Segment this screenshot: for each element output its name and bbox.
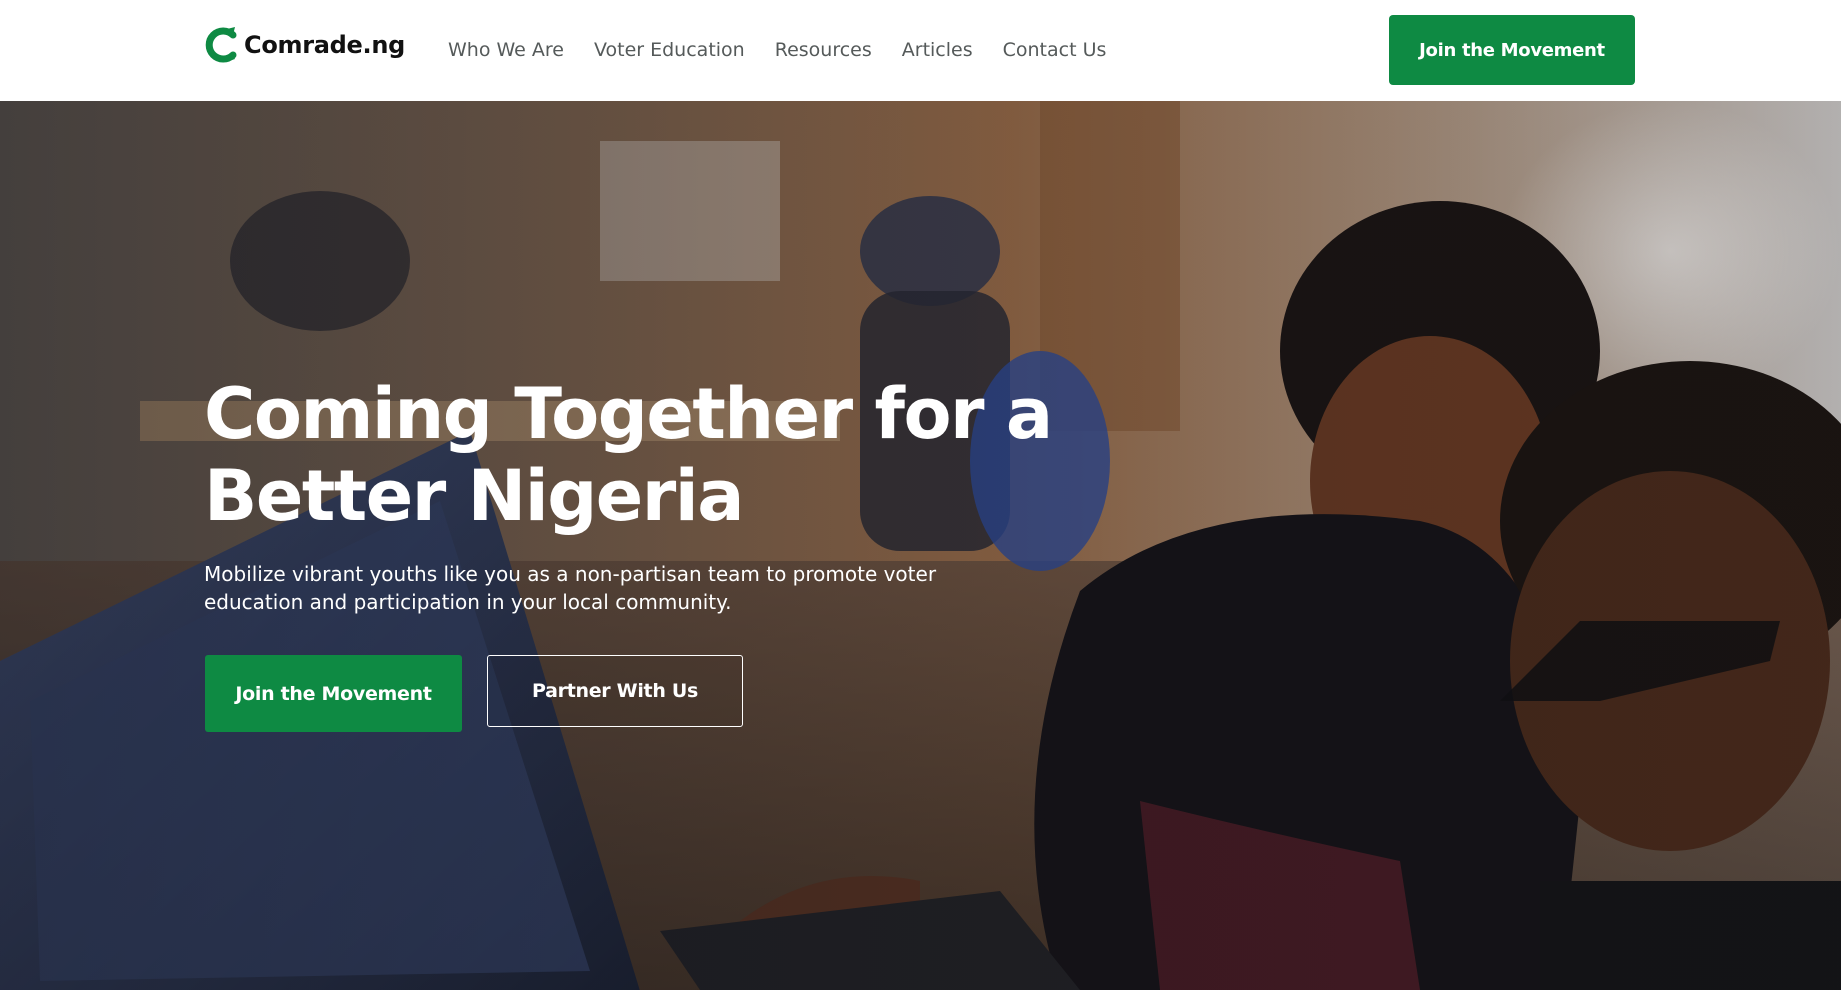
nav-articles[interactable]: Articles [902, 39, 973, 61]
site-header: Comrade.ng Who We Are Voter Education Re… [0, 0, 1841, 101]
header-join-button[interactable]: Join the Movement [1389, 15, 1635, 85]
hero-section: Coming Together for a Better Nigeria Mob… [0, 101, 1841, 990]
comrade-logo-icon [205, 27, 237, 63]
brand-name: Comrade.ng [244, 31, 405, 59]
nav-voter-education[interactable]: Voter Education [594, 39, 745, 61]
hero-subtitle: Mobilize vibrant youths like you as a no… [204, 562, 937, 614]
hero-partner-button[interactable]: Partner With Us [487, 655, 743, 727]
hero-title: Coming Together for a Better Nigeria [204, 373, 1053, 537]
hero-join-button[interactable]: Join the Movement [205, 655, 462, 732]
nav-who-we-are[interactable]: Who We Are [448, 39, 564, 61]
main-nav: Who We Are Voter Education Resources Art… [448, 36, 1136, 64]
hero-overlay [0, 101, 1841, 990]
nav-contact-us[interactable]: Contact Us [1003, 39, 1107, 61]
logo-link[interactable]: Comrade.ng [204, 26, 405, 64]
nav-resources[interactable]: Resources [775, 39, 872, 61]
